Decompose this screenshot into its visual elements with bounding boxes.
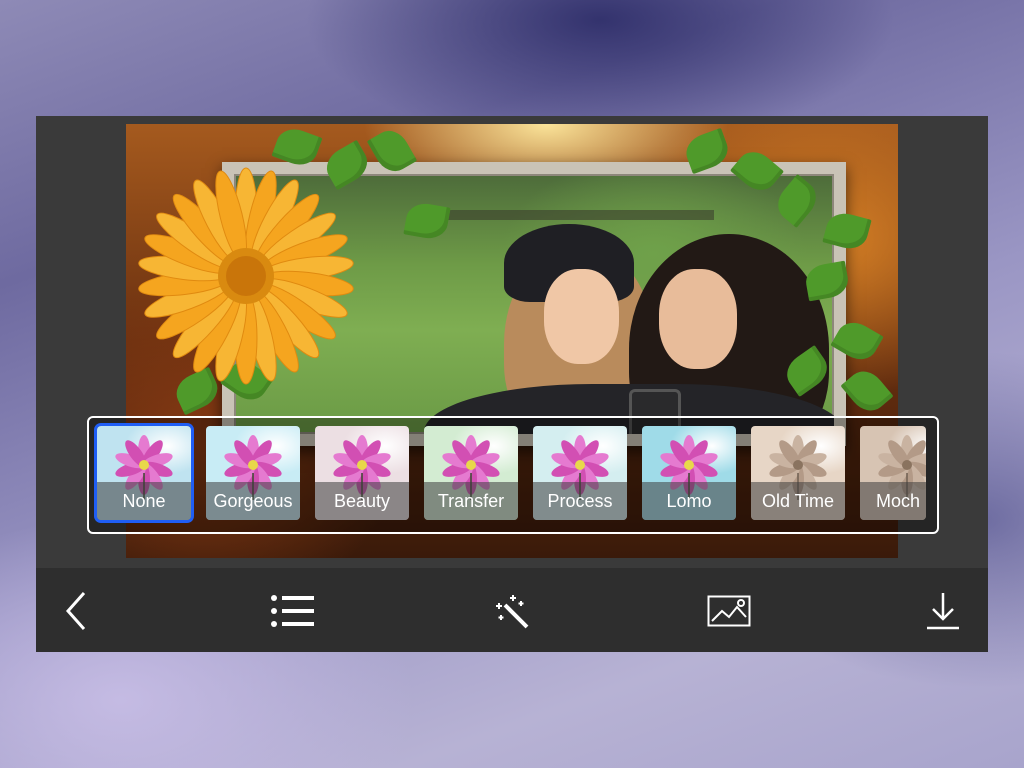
filter-process[interactable]: Process <box>533 426 627 520</box>
filter-label: Beauty <box>315 482 409 520</box>
filter-track: None Gorgeous Beauty Transfer Process Lomo Old… <box>97 426 937 522</box>
filter-gorgeous[interactable]: Gorgeous <box>206 426 300 520</box>
filter-beauty[interactable]: Beauty <box>315 426 409 520</box>
magic-wand-icon <box>496 595 529 629</box>
app-window: None Gorgeous Beauty Transfer Process Lomo Old… <box>36 116 988 652</box>
bench <box>414 210 714 220</box>
bottom-toolbar <box>36 568 988 652</box>
download-icon <box>927 593 959 630</box>
leaf <box>840 363 894 419</box>
image-button[interactable] <box>704 586 754 636</box>
orange-daisy <box>138 167 354 385</box>
filter-moch[interactable]: Moch <box>860 426 926 520</box>
filter-label: Lomo <box>642 482 736 520</box>
filter-none[interactable]: None <box>97 426 191 520</box>
filter-label: Moch <box>860 482 926 520</box>
list-button[interactable] <box>268 586 318 636</box>
filter-lomo[interactable]: Lomo <box>642 426 736 520</box>
back-icon <box>65 592 86 630</box>
person-right-face <box>659 269 737 369</box>
download-button[interactable] <box>918 586 968 636</box>
list-icon <box>271 595 314 627</box>
person-left-face <box>544 269 619 364</box>
filter-transfer[interactable]: Transfer <box>424 426 518 520</box>
filter-strip[interactable]: None Gorgeous Beauty Transfer Process Lomo Old… <box>87 416 939 534</box>
magic-wand-button[interactable] <box>486 586 536 636</box>
filter-label: Old Time <box>751 482 845 520</box>
filter-label: None <box>97 482 191 520</box>
image-icon <box>707 595 751 627</box>
filter-old-time[interactable]: Old Time <box>751 426 845 520</box>
back-button[interactable] <box>52 586 102 636</box>
filter-label: Gorgeous <box>206 482 300 520</box>
filter-label: Transfer <box>424 482 518 520</box>
filter-label: Process <box>533 482 627 520</box>
